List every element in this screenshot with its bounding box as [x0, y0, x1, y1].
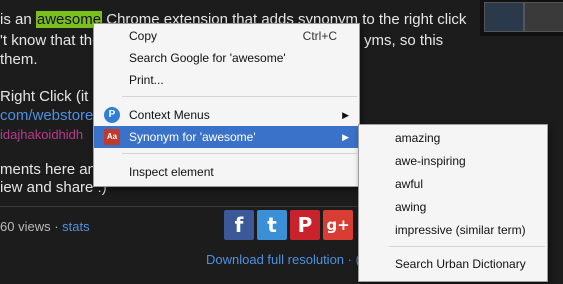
- thumbnail-strip: [480, 0, 563, 36]
- menu-item-search-google[interactable]: Search Google for 'awesome': [94, 47, 359, 69]
- synonym-item[interactable]: awful: [359, 173, 547, 195]
- synonym-submenu: amazing awe-inspiring awful awing impres…: [358, 124, 548, 282]
- stats-link[interactable]: stats: [62, 219, 89, 234]
- post-line-7: ments here an: [0, 161, 96, 178]
- menu-item-label: Synonym for 'awesome': [129, 130, 256, 144]
- menu-item-synonym[interactable]: Aa Synonym for 'awesome' ▶: [94, 126, 359, 148]
- thumbnail-image[interactable]: [524, 2, 563, 32]
- thumbnail-image[interactable]: [484, 2, 524, 32]
- divider: [0, 206, 420, 207]
- submenu-arrow-icon: ▶: [342, 132, 349, 142]
- menu-separator: [122, 96, 357, 97]
- menu-item-label: Inspect element: [129, 165, 214, 179]
- post-link-id[interactable]: idajhakoidhidh: [0, 125, 83, 144]
- menu-item-copy[interactable]: Copy Ctrl+C: [94, 25, 359, 47]
- post-line-3: them.: [0, 51, 38, 68]
- menu-item-label: Context Menus: [129, 108, 210, 122]
- menu-item-label: Search Google for 'awesome': [129, 51, 286, 65]
- facebook-icon: f: [234, 213, 244, 237]
- views-count: 60 views · stats: [0, 219, 90, 234]
- menu-item-inspect-element[interactable]: Inspect element: [94, 161, 359, 183]
- post-line-4: Right Click (it is: [0, 88, 104, 105]
- post-line-2: 't know that the: [0, 32, 101, 49]
- synonym-extension-icon: Aa: [104, 129, 120, 145]
- menu-item-label: Print...: [129, 73, 164, 87]
- copy-shortcut: Ctrl+C: [302, 29, 337, 43]
- googleplus-share-button[interactable]: g+: [323, 210, 353, 240]
- post-line-2-right: yms, so this: [364, 32, 444, 49]
- facebook-share-button[interactable]: f: [224, 210, 254, 240]
- post-text-1: is an: [0, 11, 36, 28]
- pinterest-icon: P: [297, 213, 313, 237]
- download-row: Download full resolution · (: [206, 252, 360, 267]
- synonym-item[interactable]: awing: [359, 196, 547, 218]
- search-urban-dictionary-item[interactable]: Search Urban Dictionary: [359, 253, 547, 275]
- menu-item-label: Copy: [129, 29, 158, 43]
- menu-item-print[interactable]: Print...: [94, 69, 359, 91]
- views-text: 60 views ·: [0, 219, 63, 234]
- pinterest-share-button[interactable]: P: [290, 210, 320, 240]
- menu-item-context-menus[interactable]: P Context Menus ▶: [94, 104, 359, 126]
- download-full-resolution-link[interactable]: Download full resolution: [206, 252, 344, 267]
- context-menu: Copy Ctrl+C Search Google for 'awesome' …: [93, 23, 360, 187]
- synonym-item[interactable]: amazing: [359, 127, 547, 149]
- context-menus-icon: P: [104, 107, 120, 123]
- submenu-arrow-icon: ▶: [342, 110, 349, 120]
- googleplus-icon: g+: [326, 216, 350, 234]
- post-line-8: iew and share :): [0, 179, 107, 196]
- menu-separator: [122, 153, 357, 154]
- menu-separator: [389, 246, 545, 247]
- synonym-item[interactable]: impressive (similar term): [359, 219, 547, 241]
- post-link-webstore[interactable]: com/webstore/: [0, 106, 98, 125]
- synonym-item[interactable]: awe-inspiring: [359, 150, 547, 172]
- twitter-share-button[interactable]: t: [257, 210, 287, 240]
- twitter-icon: t: [267, 213, 277, 237]
